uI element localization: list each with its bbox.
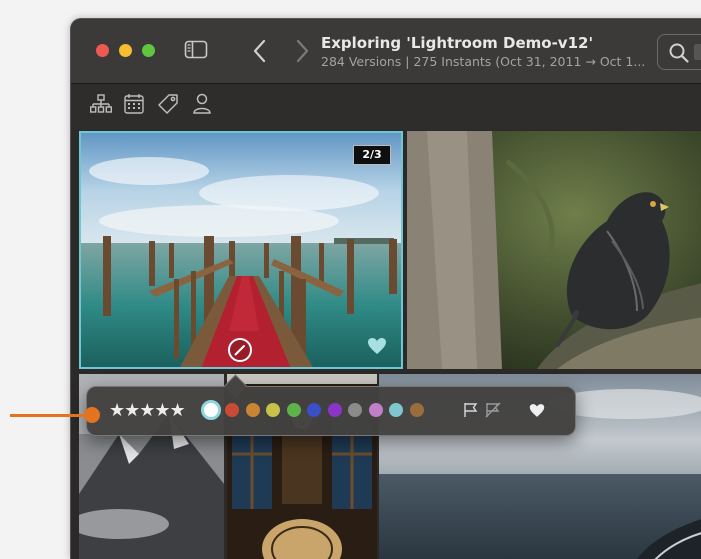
app-window: Exploring 'Lightroom Demo-v12' 284 Versi… [70, 18, 701, 559]
search-field[interactable] [657, 34, 701, 70]
window-subtitle: 284 Versions | 275 Instants (Oct 31, 201… [321, 54, 646, 69]
close-window-button[interactable] [96, 44, 109, 57]
color-label-swatch[interactable] [368, 403, 383, 417]
window-title: Exploring 'Lightroom Demo-v12' [321, 34, 594, 52]
color-label-swatch[interactable] [389, 403, 403, 417]
calendar-icon[interactable] [124, 93, 144, 119]
photo-thumbnail-hawk[interactable] [407, 131, 701, 369]
color-label-swatch[interactable] [201, 400, 221, 420]
color-label-swatch[interactable] [245, 403, 260, 417]
rating-label-popover: ★★★★★ [86, 374, 576, 436]
edit-pencil-icon[interactable] [227, 337, 253, 368]
flag-icon[interactable] [463, 402, 479, 423]
callout-dot [84, 407, 100, 423]
color-label-swatch[interactable] [286, 403, 301, 417]
titlebar: Exploring 'Lightroom Demo-v12' 284 Versi… [71, 19, 701, 84]
photo-thumbnail-pier[interactable]: 2/3 [79, 131, 403, 369]
favorite-heart-icon[interactable] [529, 403, 545, 423]
color-label-swatch[interactable] [327, 403, 342, 417]
search-icon [669, 43, 689, 63]
color-label-swatch[interactable] [348, 403, 362, 417]
photo-grid: 2/3 [79, 131, 701, 559]
color-label-swatch[interactable] [307, 403, 321, 417]
color-label-swatch[interactable] [225, 403, 239, 417]
callout-line [10, 414, 90, 417]
back-chevron-icon[interactable] [251, 37, 269, 70]
search-field-edge [694, 44, 701, 60]
sidebar-toggle-icon[interactable] [184, 40, 208, 65]
star-rating[interactable]: ★★★★★ [109, 400, 186, 421]
maximize-window-button[interactable] [142, 44, 155, 57]
tag-icon[interactable] [157, 93, 179, 120]
person-icon[interactable] [192, 93, 212, 120]
color-label-swatch[interactable] [266, 403, 280, 417]
favorite-heart-icon[interactable] [367, 337, 387, 360]
version-count-badge: 2/3 [353, 145, 391, 165]
hierarchy-icon[interactable] [89, 94, 112, 119]
forward-chevron-icon[interactable] [293, 37, 311, 70]
reject-flag-icon[interactable] [485, 402, 501, 423]
filter-toolbar [71, 84, 701, 130]
color-label-swatch[interactable] [409, 403, 424, 417]
minimize-window-button[interactable] [119, 44, 132, 57]
